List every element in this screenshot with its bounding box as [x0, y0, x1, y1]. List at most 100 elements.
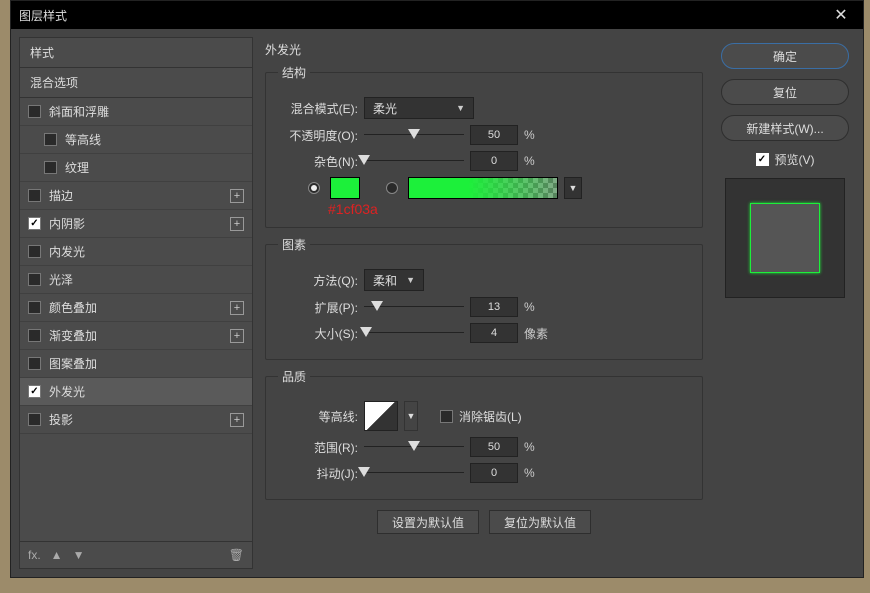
right-panel: 确定 复位 新建样式(W)... 预览(V) [715, 37, 855, 569]
reset-default-button[interactable]: 复位为默认值 [489, 510, 591, 534]
opacity-slider[interactable] [364, 128, 464, 142]
style-label: 内阴影 [49, 215, 230, 232]
add-effect-icon[interactable]: + [230, 301, 244, 315]
range-slider[interactable] [364, 440, 464, 454]
style-checkbox[interactable] [28, 385, 41, 398]
style-checkbox[interactable] [28, 189, 41, 202]
set-default-button[interactable]: 设置为默认值 [377, 510, 479, 534]
jitter-label: 抖动(J): [278, 465, 358, 482]
sidebar-item[interactable]: 外发光 [20, 378, 252, 406]
style-label: 斜面和浮雕 [49, 103, 244, 120]
range-label: 范围(R): [278, 439, 358, 456]
jitter-input[interactable] [470, 463, 518, 483]
sidebar-header-blend[interactable]: 混合选项 [20, 68, 252, 98]
sidebar-item[interactable]: 描边+ [20, 182, 252, 210]
new-style-button[interactable]: 新建样式(W)... [721, 115, 849, 141]
close-icon[interactable]: ✕ [827, 5, 855, 25]
preview-checkbox-row[interactable]: 预览(V) [756, 151, 815, 168]
gradient-chevron-icon[interactable]: ▼ [564, 177, 582, 199]
sidebar-header-styles[interactable]: 样式 [20, 38, 252, 68]
sidebar-item[interactable]: 内阴影+ [20, 210, 252, 238]
sidebar-item[interactable]: 等高线 [20, 126, 252, 154]
opacity-input[interactable] [470, 125, 518, 145]
sidebar-footer: fx. ▲ ▼ 🗑 [20, 541, 252, 568]
noise-slider[interactable] [364, 154, 464, 168]
style-label: 渐变叠加 [49, 327, 230, 344]
styles-sidebar: 样式 混合选项 斜面和浮雕等高线纹理描边+内阴影+内发光光泽颜色叠加+渐变叠加+… [19, 37, 253, 569]
style-checkbox[interactable] [28, 217, 41, 230]
sidebar-items: 斜面和浮雕等高线纹理描边+内阴影+内发光光泽颜色叠加+渐变叠加+图案叠加外发光投… [20, 98, 252, 541]
trash-icon[interactable]: 🗑 [229, 548, 244, 562]
sidebar-item[interactable]: 投影+ [20, 406, 252, 434]
sidebar-item[interactable]: 图案叠加 [20, 350, 252, 378]
technique-select[interactable]: 柔和 ▼ [364, 269, 424, 291]
cancel-button[interactable]: 复位 [721, 79, 849, 105]
sidebar-item[interactable]: 内发光 [20, 238, 252, 266]
solid-color-radio[interactable] [308, 182, 320, 194]
ok-button[interactable]: 确定 [721, 43, 849, 69]
titlebar: 图层样式 ✕ [11, 1, 863, 29]
style-checkbox[interactable] [44, 133, 57, 146]
contour-picker[interactable] [364, 401, 398, 431]
color-swatch[interactable] [330, 177, 360, 199]
antialias-checkbox[interactable] [440, 410, 453, 423]
add-effect-icon[interactable]: + [230, 329, 244, 343]
style-label: 投影 [49, 411, 230, 428]
size-label: 大小(S): [278, 325, 358, 342]
blend-mode-select[interactable]: 柔光 ▼ [364, 97, 474, 119]
contour-label: 等高线: [278, 408, 358, 425]
spread-slider[interactable] [364, 300, 464, 314]
sidebar-item[interactable]: 纹理 [20, 154, 252, 182]
layer-style-dialog: 图层样式 ✕ 样式 混合选项 斜面和浮雕等高线纹理描边+内阴影+内发光光泽颜色叠… [10, 0, 864, 578]
style-label: 纹理 [65, 159, 244, 176]
range-input[interactable] [470, 437, 518, 457]
style-checkbox[interactable] [28, 357, 41, 370]
sidebar-item[interactable]: 渐变叠加+ [20, 322, 252, 350]
style-checkbox[interactable] [28, 413, 41, 426]
style-label: 颜色叠加 [49, 299, 230, 316]
style-checkbox[interactable] [28, 245, 41, 258]
contour-chevron-icon[interactable]: ▼ [404, 401, 418, 431]
size-input[interactable] [470, 323, 518, 343]
spread-label: 扩展(P): [278, 299, 358, 316]
preview-thumbnail [725, 178, 845, 298]
add-effect-icon[interactable]: + [230, 189, 244, 203]
quality-group: 品质 等高线: ▼ 消除锯齿(L) 范围(R): % 抖动(J): [265, 368, 703, 500]
noise-input[interactable] [470, 151, 518, 171]
jitter-slider[interactable] [364, 466, 464, 480]
structure-group: 结构 混合模式(E): 柔光 ▼ 不透明度(O): % 杂色(N): [265, 64, 703, 228]
style-checkbox[interactable] [44, 161, 57, 174]
style-checkbox[interactable] [28, 301, 41, 314]
chevron-down-icon: ▼ [456, 103, 465, 113]
panel-title: 外发光 [265, 41, 703, 58]
chevron-down-icon: ▼ [406, 275, 415, 285]
sidebar-item[interactable]: 光泽 [20, 266, 252, 294]
style-label: 等高线 [65, 131, 244, 148]
style-label: 外发光 [49, 383, 244, 400]
style-label: 光泽 [49, 271, 244, 288]
style-checkbox[interactable] [28, 105, 41, 118]
opacity-unit: % [524, 128, 554, 142]
fx-icon[interactable]: fx. [28, 548, 41, 562]
size-unit: 像素 [524, 325, 554, 342]
jitter-unit: % [524, 466, 554, 480]
down-icon[interactable]: ▼ [73, 548, 85, 562]
antialias-label: 消除锯齿(L) [459, 408, 522, 425]
gradient-swatch[interactable] [408, 177, 558, 199]
style-checkbox[interactable] [28, 273, 41, 286]
structure-legend: 结构 [278, 64, 310, 81]
add-effect-icon[interactable]: + [230, 217, 244, 231]
size-slider[interactable] [364, 326, 464, 340]
style-label: 图案叠加 [49, 355, 244, 372]
sidebar-item[interactable]: 颜色叠加+ [20, 294, 252, 322]
spread-input[interactable] [470, 297, 518, 317]
technique-label: 方法(Q): [278, 272, 358, 289]
up-icon[interactable]: ▲ [51, 548, 63, 562]
sidebar-item[interactable]: 斜面和浮雕 [20, 98, 252, 126]
gradient-radio[interactable] [386, 182, 398, 194]
elements-group: 图素 方法(Q): 柔和 ▼ 扩展(P): % 大小(S): [265, 236, 703, 360]
add-effect-icon[interactable]: + [230, 413, 244, 427]
noise-label: 杂色(N): [278, 153, 358, 170]
style-checkbox[interactable] [28, 329, 41, 342]
preview-checkbox[interactable] [756, 153, 769, 166]
